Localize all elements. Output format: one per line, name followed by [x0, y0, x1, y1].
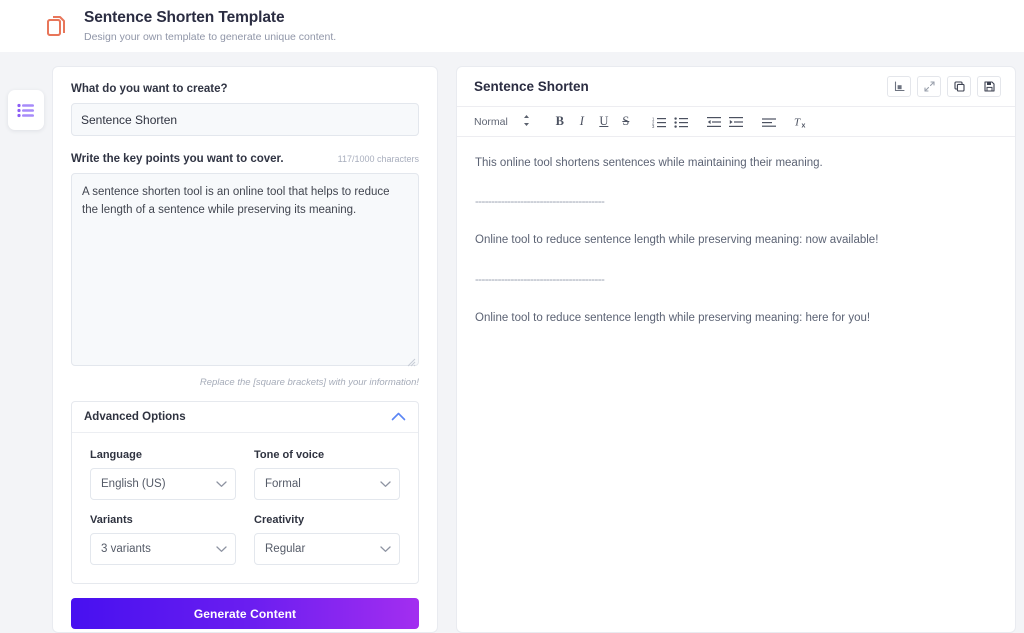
character-counter: 117/1000 characters [337, 154, 419, 164]
create-input[interactable] [71, 103, 419, 136]
tone-select[interactable]: Formal [254, 468, 400, 500]
keypoints-field-label: Write the key points you want to cover. [71, 153, 284, 165]
chevron-down-icon [380, 481, 391, 488]
advanced-options-header[interactable]: Advanced Options [72, 402, 418, 433]
list-menu-icon [17, 103, 34, 117]
export-icon [894, 81, 905, 92]
text-style-value: Normal [474, 115, 508, 128]
variants-select-value: 3 variants [101, 543, 151, 555]
variants-select[interactable]: 3 variants [90, 533, 236, 565]
generated-paragraph: Online tool to reduce sentence length wh… [475, 311, 871, 324]
toolbar-group-clear: T x [791, 111, 813, 133]
copy-icon [953, 81, 965, 92]
updown-arrows-icon [522, 114, 531, 130]
chevron-down-icon [380, 546, 391, 553]
svg-text:T: T [794, 117, 801, 129]
create-field-label: What do you want to create? [71, 83, 228, 95]
option-language: Language English (US) [90, 449, 236, 500]
svg-text:3: 3 [652, 124, 655, 128]
tone-select-value: Formal [265, 478, 301, 490]
toolbar-group-lists: 1 2 3 [648, 111, 692, 133]
bold-icon[interactable]: B [549, 111, 571, 133]
editor-header-actions [887, 76, 1001, 97]
italic-icon[interactable]: I [571, 111, 593, 133]
page-title: Sentence Shorten Template [84, 8, 285, 26]
app-header: Sentence Shorten Template Design your ow… [0, 0, 1024, 52]
chevron-down-icon [216, 481, 227, 488]
header-text-block: Sentence Shorten Template Design your ow… [84, 9, 336, 43]
align-icon[interactable] [758, 111, 780, 133]
advanced-options-box: Advanced Options Language English (US) T… [71, 401, 419, 584]
editor-header: Sentence Shorten [457, 67, 1015, 107]
expand-button[interactable] [917, 76, 941, 97]
save-icon [983, 81, 995, 92]
advanced-options-body: Language English (US) Tone of voice Form… [72, 433, 418, 583]
duplicate-documents-icon [42, 11, 72, 41]
app-page: Sentence Shorten Template Design your ow… [0, 0, 1024, 633]
export-button[interactable] [887, 76, 911, 97]
toolbar-group-indent [703, 111, 747, 133]
outdent-icon[interactable] [703, 111, 725, 133]
clear-format-icon[interactable]: T x [791, 111, 813, 133]
language-select[interactable]: English (US) [90, 468, 236, 500]
output-editor-card: Sentence Shorten Normal B I U S 1 2 3 T … [456, 66, 1016, 633]
chevron-down-icon [216, 546, 227, 553]
bullet-list-icon[interactable] [670, 111, 692, 133]
tone-label: Tone of voice [254, 449, 325, 461]
generated-paragraph: Online tool to reduce sentence length wh… [475, 234, 879, 247]
creativity-select[interactable]: Regular [254, 533, 400, 565]
creativity-select-value: Regular [265, 543, 306, 555]
indent-icon[interactable] [725, 111, 747, 133]
content-separator: ---------------------------------------- [475, 196, 605, 209]
option-creativity: Creativity Regular [254, 514, 400, 565]
keypoints-textarea-wrap [71, 173, 419, 371]
creativity-label: Creativity [254, 514, 305, 526]
language-select-value: English (US) [101, 478, 166, 490]
content-separator: ---------------------------------------- [475, 273, 605, 286]
generate-content-button[interactable]: Generate Content [71, 598, 419, 629]
advanced-options-title: Advanced Options [84, 411, 186, 423]
option-variants: Variants 3 variants [90, 514, 236, 565]
toolbar-group-align [758, 111, 780, 133]
brackets-hint: Replace the [square brackets] with your … [199, 377, 419, 388]
keypoints-textarea[interactable] [71, 173, 419, 366]
language-label: Language [90, 449, 142, 461]
editor-content[interactable]: This online tool shortens sentences whil… [457, 137, 1015, 327]
options-row-1: Language English (US) Tone of voice Form… [90, 449, 400, 500]
generated-paragraph: This online tool shortens sentences whil… [475, 157, 823, 169]
copy-button[interactable] [947, 76, 971, 97]
ordered-list-icon[interactable]: 1 2 3 [648, 111, 670, 133]
options-row-2: Variants 3 variants Creativity Regular [90, 514, 400, 565]
toolbar-group-format: B I U S [549, 111, 637, 133]
page-subtitle: Design your own template to generate uni… [84, 30, 337, 43]
variants-label: Variants [90, 514, 133, 526]
underline-icon[interactable]: U [593, 111, 615, 133]
keypoints-label-row: Write the key points you want to cover. … [71, 153, 419, 165]
editor-toolbar: Normal B I U S 1 2 3 T x [457, 107, 1015, 137]
strikethrough-icon[interactable]: S [615, 111, 637, 133]
save-button[interactable] [977, 76, 1001, 97]
text-style-dropdown[interactable]: Normal [474, 114, 531, 130]
svg-text:x: x [802, 123, 806, 129]
chevron-up-icon[interactable] [391, 408, 406, 426]
sidebar-toggle-tab[interactable] [8, 90, 44, 130]
editor-title: Sentence Shorten [474, 79, 589, 94]
workspace: What do you want to create? Write the ke… [0, 52, 1024, 633]
expand-icon [923, 81, 935, 92]
template-form-card: What do you want to create? Write the ke… [52, 66, 438, 633]
option-tone: Tone of voice Formal [254, 449, 400, 500]
